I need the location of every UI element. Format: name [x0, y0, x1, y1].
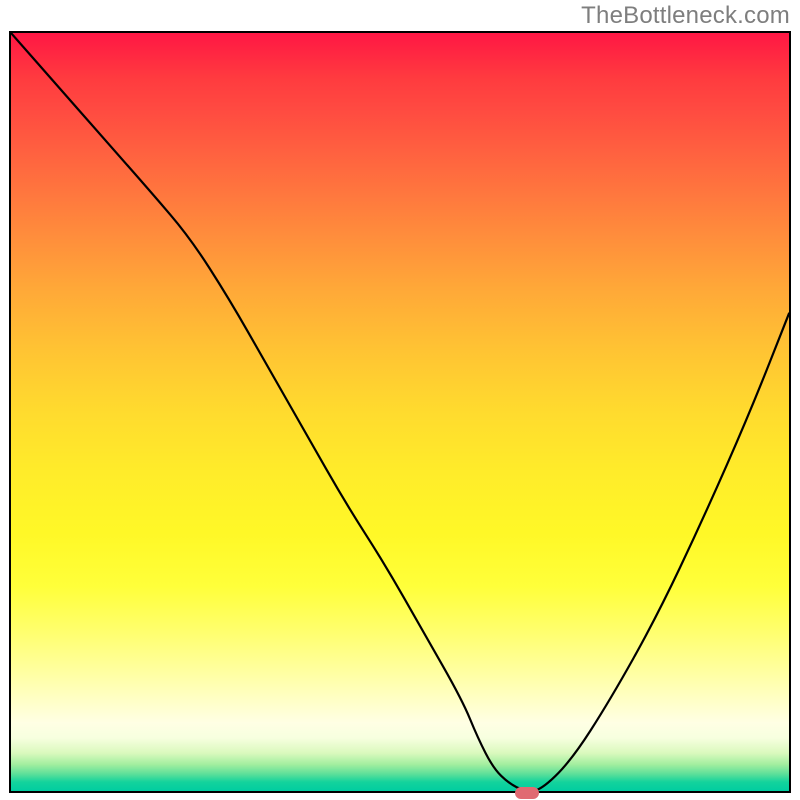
bottleneck-curve [11, 33, 789, 791]
optimal-point-marker [515, 787, 539, 799]
curve-svg [11, 33, 789, 791]
watermark-text: TheBottleneck.com [581, 2, 790, 30]
plot-area [9, 31, 791, 793]
chart-container: TheBottleneck.com [0, 0, 800, 800]
